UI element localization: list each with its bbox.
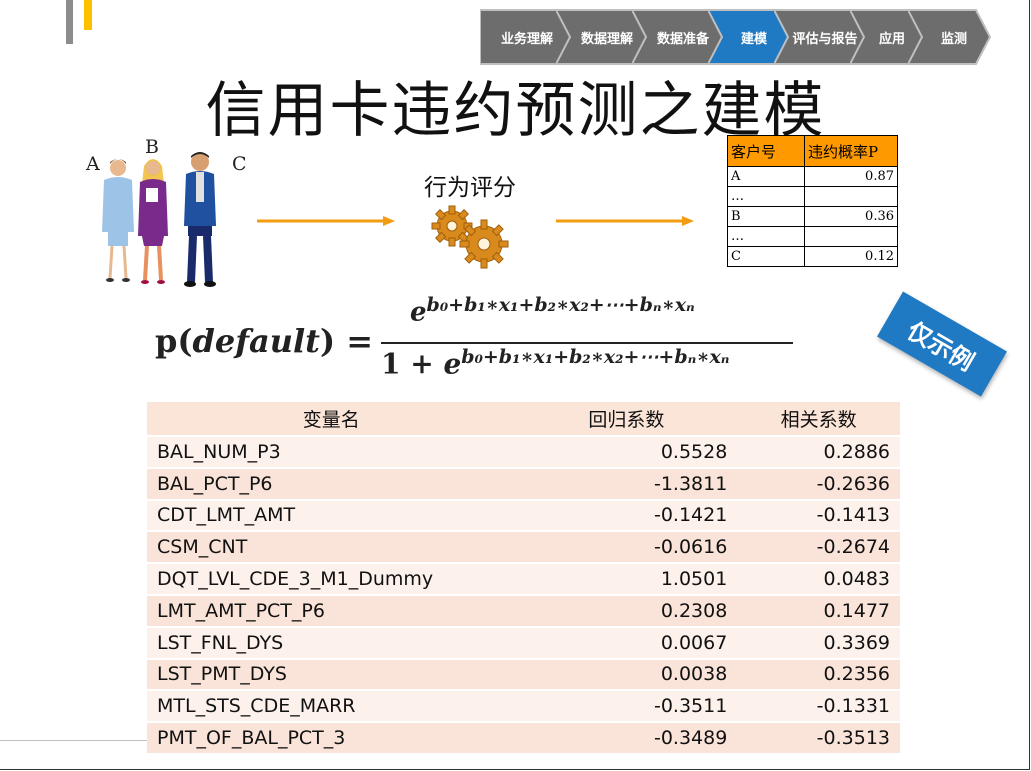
- coef-correlation-cell: 0.1477: [737, 595, 900, 628]
- prob-header-probability: 违约概率P: [804, 135, 898, 167]
- coef-regression-cell: -0.1421: [515, 500, 738, 533]
- table-row: PMT_OF_BAL_PCT_3 -0.3489 -0.3513: [147, 723, 900, 755]
- coef-correlation-cell: 0.0483: [737, 564, 900, 596]
- prob-value-cell: [804, 226, 898, 247]
- coef-variable-cell: BAL_PCT_P6: [147, 468, 516, 501]
- people-illustration: [102, 152, 216, 287]
- coef-correlation-cell: -0.1413: [737, 500, 900, 533]
- process-step: 监测: [908, 8, 992, 66]
- prob-customer-cell: …: [727, 186, 805, 207]
- prob-row: A 0.87: [727, 166, 898, 187]
- prob-header-customer: 客户号: [727, 135, 805, 167]
- coef-variable-cell: DQT_LVL_CDE_3_M1_Dummy: [147, 564, 516, 596]
- coef-variable-cell: LST_PMT_DYS: [147, 659, 516, 692]
- process-step-label: 建模: [740, 31, 767, 47]
- table-row: MTL_STS_CDE_MARR -0.3511 -0.1331: [147, 691, 900, 724]
- prob-value-cell: 0.36: [804, 206, 898, 227]
- table-row: BAL_PCT_P6 -1.3811 -0.2636: [147, 468, 900, 501]
- prob-value-cell: 0.12: [804, 246, 898, 267]
- decor-bar-gray: [66, 0, 73, 44]
- prob-row: …: [727, 226, 898, 247]
- arrow-right-icon: [556, 216, 694, 226]
- process-step-label: 应用: [878, 31, 905, 47]
- coef-correlation-cell: -0.3513: [737, 723, 900, 755]
- coef-regression-cell: 0.0038: [515, 659, 738, 692]
- prob-customer-cell: A: [727, 166, 805, 187]
- prob-row: B 0.36: [727, 206, 898, 227]
- divider-line: [0, 740, 147, 741]
- process-step-label: 业务理解: [500, 31, 553, 47]
- table-row: CDT_LMT_AMT -0.1421 -0.1413: [147, 500, 900, 533]
- coef-correlation-cell: -0.2674: [737, 532, 900, 565]
- table-row: BAL_NUM_P3 0.5528 0.2886: [147, 437, 900, 469]
- process-step-label: 评估与报告: [792, 31, 858, 47]
- prob-customer-cell: B: [727, 206, 805, 227]
- coef-correlation-cell: -0.2636: [737, 468, 900, 501]
- coef-variable-cell: CSM_CNT: [147, 532, 516, 565]
- process-chevrons: 业务理解 数据理解 数据准备 建模 评估与报告 应用 监测: [480, 8, 1026, 66]
- coef-regression-cell: -0.0616: [515, 532, 738, 565]
- coef-regression-cell: 0.2308: [515, 595, 738, 628]
- table-row: LMT_AMT_PCT_P6 0.2308 0.1477: [147, 595, 900, 628]
- prob-value-cell: [804, 186, 898, 207]
- coef-correlation-cell: 0.2886: [737, 437, 900, 469]
- coef-correlation-cell: -0.1331: [737, 691, 900, 724]
- gears-icon: [431, 205, 509, 269]
- prob-customer-cell: …: [727, 226, 805, 247]
- coef-header-regression: 回归系数: [515, 402, 738, 437]
- behavior-score-label: 行为评分: [424, 175, 516, 201]
- process-step-label: 数据理解: [580, 31, 633, 47]
- coef-variable-cell: MTL_STS_CDE_MARR: [147, 691, 516, 724]
- coef-header-variable: 变量名: [147, 402, 516, 437]
- prob-value-cell: 0.87: [804, 166, 898, 187]
- process-step-label: 监测: [940, 31, 967, 47]
- formula-lhs: p(default) =: [155, 322, 374, 360]
- probability-table: 客户号 违约概率P A 0.87… B 0.36… C 0.12: [727, 135, 898, 267]
- coef-variable-cell: LMT_AMT_PCT_P6: [147, 595, 516, 628]
- coef-regression-cell: -1.3811: [515, 468, 738, 501]
- coefficient-table: 变量名 回归系数 相关系数 BAL_NUM_P3 0.5528 0.2886 BAL_…: [147, 402, 900, 755]
- prob-customer-cell: C: [727, 246, 805, 267]
- formula-denominator: 1 + eb₀+b₁∗x₁+b₂∗x₂+⋯+bₙ∗xₙ: [381, 346, 730, 381]
- decor-bar-yellow: [84, 0, 92, 30]
- coef-correlation-cell: 0.2356: [737, 659, 900, 692]
- coef-variable-cell: PMT_OF_BAL_PCT_3: [147, 723, 516, 755]
- coef-regression-cell: 0.5528: [515, 437, 738, 469]
- coef-variable-cell: LST_FNL_DYS: [147, 627, 516, 660]
- fraction-bar: [381, 342, 793, 344]
- coef-header-correlation: 相关系数: [737, 402, 900, 437]
- table-row: CSM_CNT -0.0616 -0.2674: [147, 532, 900, 565]
- coef-variable-cell: CDT_LMT_AMT: [147, 500, 516, 533]
- formula-numerator: eb₀+b₁∗x₁+b₂∗x₂+⋯+bₙ∗xₙ: [410, 294, 695, 328]
- table-row: LST_PMT_DYS 0.0038 0.2356: [147, 659, 900, 692]
- logistic-formula: p(default) = eb₀+b₁∗x₁+b₂∗x₂+⋯+bₙ∗xₙ 1 +…: [155, 290, 795, 390]
- coef-correlation-cell: 0.3369: [737, 627, 900, 660]
- prob-row: C 0.12: [727, 246, 898, 267]
- coef-regression-cell: -0.3511: [515, 691, 738, 724]
- coef-variable-cell: BAL_NUM_P3: [147, 437, 516, 469]
- coef-regression-cell: -0.3489: [515, 723, 738, 755]
- table-row: LST_FNL_DYS 0.0067 0.3369: [147, 627, 900, 660]
- coef-regression-cell: 0.0067: [515, 627, 738, 660]
- table-row: DQT_LVL_CDE_3_M1_Dummy 1.0501 0.0483: [147, 564, 900, 596]
- process-step-label: 数据准备: [656, 31, 709, 47]
- coef-regression-cell: 1.0501: [515, 564, 738, 596]
- arrow-right-icon: [257, 216, 395, 226]
- prob-row: …: [727, 186, 898, 207]
